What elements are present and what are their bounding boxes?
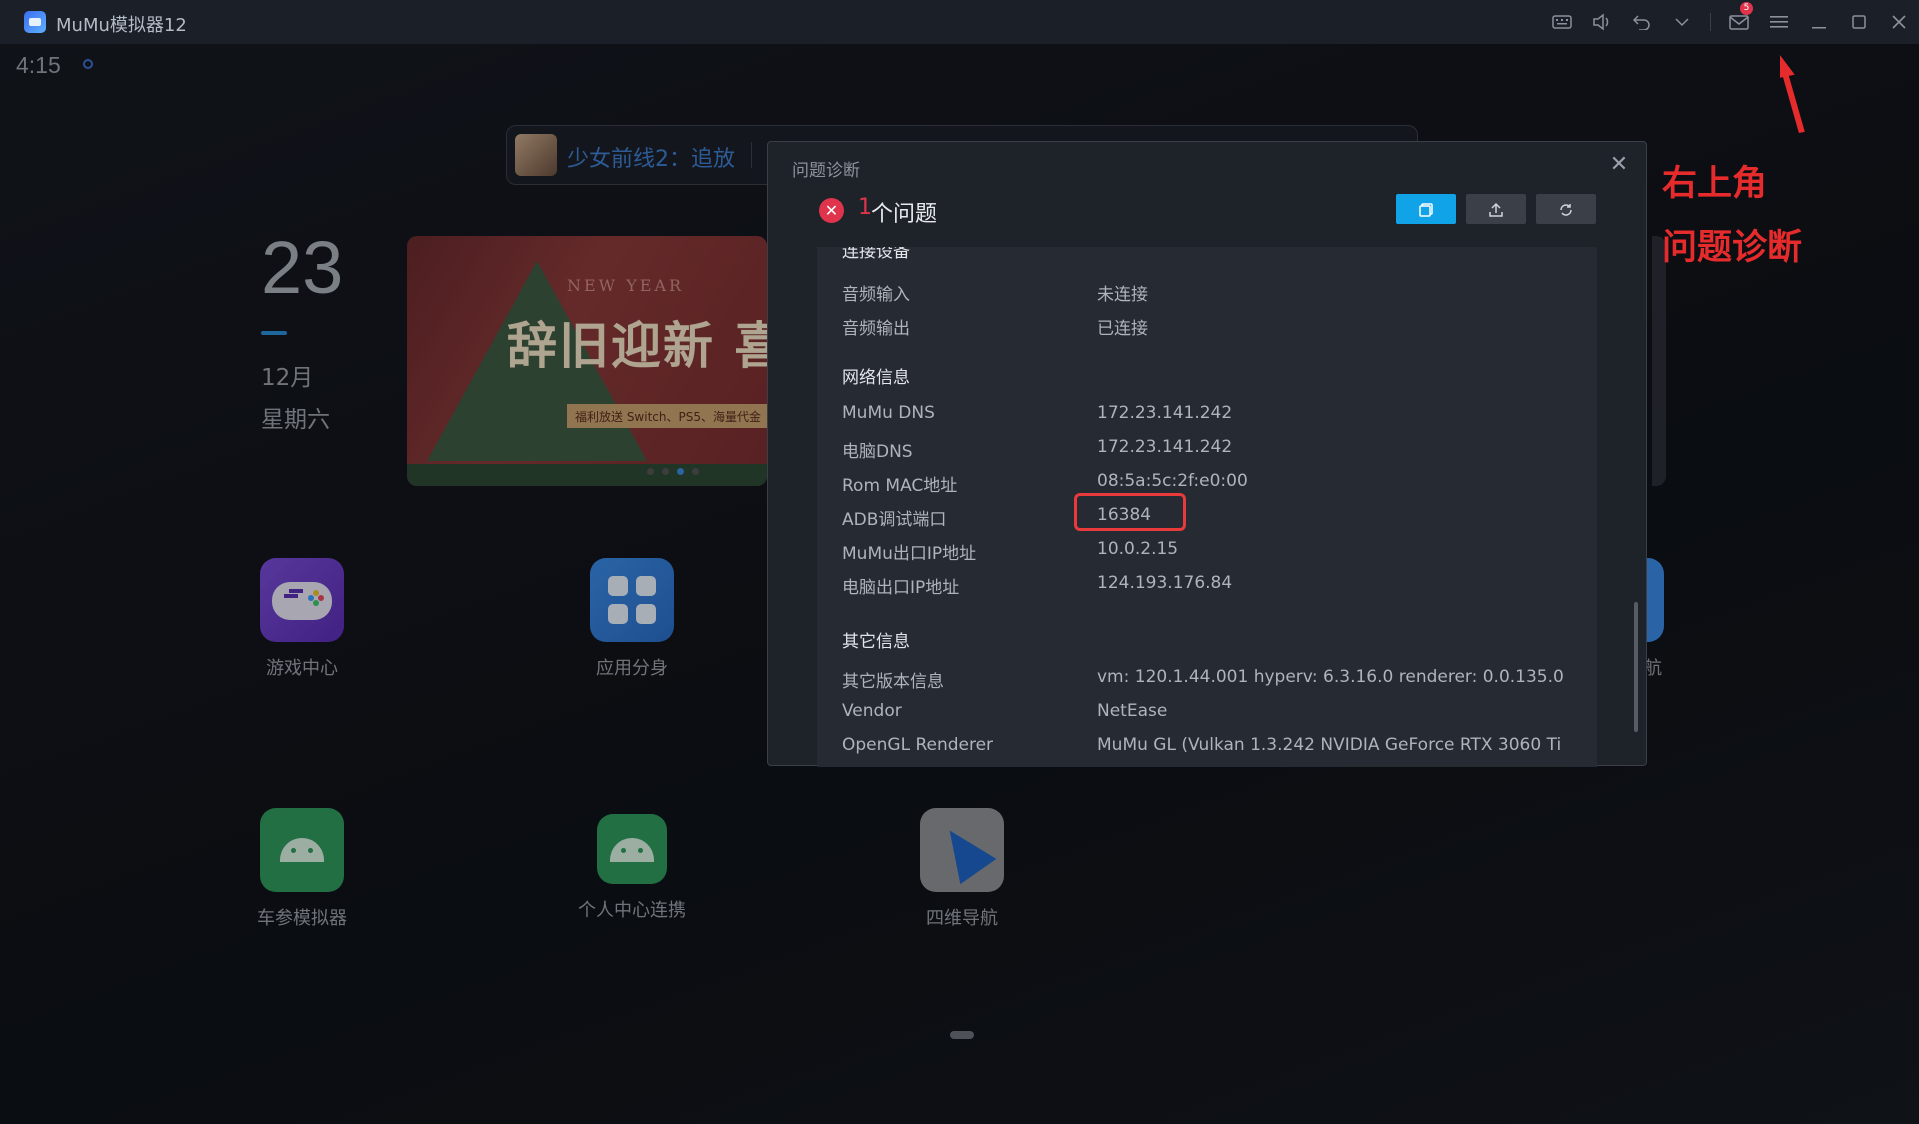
info-value: 08:5a:5c:2f:e0:00 <box>1097 471 1248 491</box>
info-key: 音频输出 <box>842 319 910 339</box>
mail-icon[interactable]: 5 <box>1719 0 1759 44</box>
section-title: 连接设备 <box>842 247 910 262</box>
info-value: 172.23.141.242 <box>1097 403 1233 423</box>
menu-icon[interactable] <box>1759 0 1799 44</box>
error-icon: ✕ <box>819 198 844 223</box>
info-value: 124.193.176.84 <box>1097 573 1233 593</box>
info-value: NetEase <box>1097 701 1168 721</box>
dialog-close-icon[interactable]: ✕ <box>1606 152 1632 178</box>
info-key: 音频输入 <box>842 285 910 305</box>
info-value: 172.23.141.242 <box>1097 437 1233 457</box>
window-title: MuMu模拟器12 <box>56 15 187 36</box>
mumu-logo-icon <box>24 11 46 33</box>
title-bar-controls: 5 <box>1542 0 1919 44</box>
dialog-title: 问题诊断 <box>792 161 860 181</box>
diagnosis-dialog: 问题诊断 ✕ ✕ 1 个问题 连接设备 音频输入 未连接 音频输出 已连接 网络… <box>767 141 1647 767</box>
keyboard-icon[interactable] <box>1542 0 1582 44</box>
info-key: 其它版本信息 <box>842 672 944 692</box>
annotation-line-1: 右上角 <box>1662 164 1768 204</box>
annotation-highlight-box <box>1074 493 1186 531</box>
annotation-line-2: 问题诊断 <box>1662 228 1803 268</box>
info-key: Rom MAC地址 <box>842 476 958 496</box>
upload-button[interactable] <box>1466 194 1526 224</box>
info-key: ADB调试端口 <box>842 510 947 530</box>
info-value: vm: 120.1.44.001 hyperv: 6.3.16.0 render… <box>1097 667 1564 687</box>
annotation-arrow-icon <box>1780 48 1805 134</box>
info-key: 电脑出口IP地址 <box>842 578 960 598</box>
info-value: 已连接 <box>1097 319 1148 339</box>
copy-button[interactable] <box>1396 194 1456 224</box>
minimize-icon[interactable] <box>1799 0 1839 44</box>
issue-count: 1 <box>858 195 872 220</box>
title-bar: MuMu模拟器12 5 <box>0 0 1919 44</box>
info-key: MuMu出口IP地址 <box>842 544 977 564</box>
chevron-down-icon[interactable] <box>1662 0 1702 44</box>
info-key: Vendor <box>842 701 902 721</box>
emulator-window: MuMu模拟器12 5 4:15 23 12月 星期六 少女前线2：追放 NEW… <box>0 0 1919 1124</box>
mail-badge: 5 <box>1740 2 1753 15</box>
info-key: OpenGL Renderer <box>842 735 994 755</box>
scrollbar[interactable] <box>1634 602 1638 732</box>
close-icon[interactable] <box>1879 0 1919 44</box>
info-value: 未连接 <box>1097 285 1148 305</box>
issue-text: 个问题 <box>871 202 938 227</box>
section-title: 其它信息 <box>842 632 910 652</box>
diagnosis-content[interactable]: 连接设备 音频输入 未连接 音频输出 已连接 网络信息 MuMu DNS 172… <box>817 247 1597 767</box>
undo-icon[interactable] <box>1622 0 1662 44</box>
toolbar-divider <box>1710 13 1711 31</box>
section-title: 网络信息 <box>842 368 910 388</box>
info-value: 10.0.2.15 <box>1097 539 1179 559</box>
info-key: MuMu DNS <box>842 403 935 423</box>
refresh-button[interactable] <box>1536 194 1596 224</box>
info-value: MuMu GL (Vulkan 1.3.242 NVIDIA GeForce R… <box>1097 735 1562 755</box>
maximize-icon[interactable] <box>1839 0 1879 44</box>
volume-icon[interactable] <box>1582 0 1622 44</box>
info-key: 电脑DNS <box>842 442 913 462</box>
